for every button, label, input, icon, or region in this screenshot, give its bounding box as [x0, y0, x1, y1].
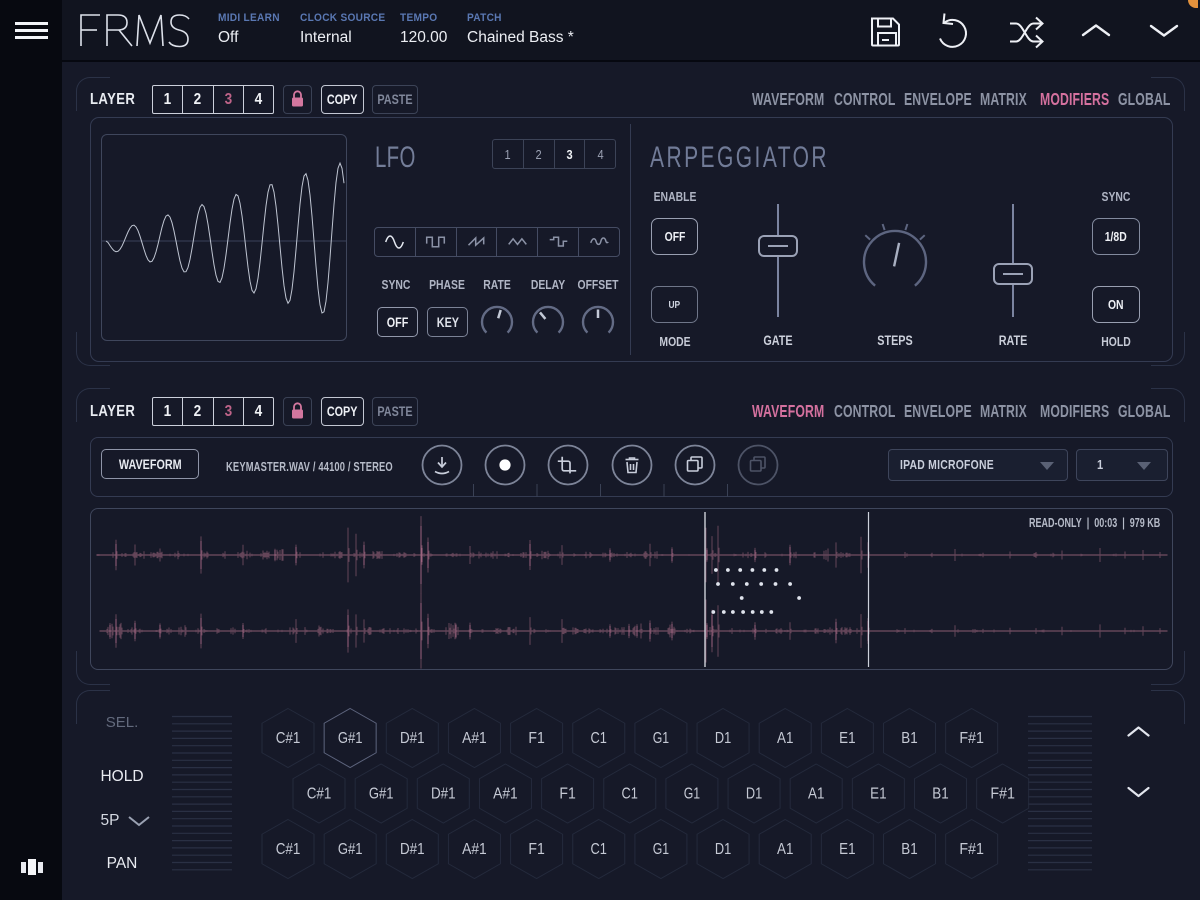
svg-text:A#1: A#1 — [462, 730, 487, 747]
svg-text:G1: G1 — [684, 786, 700, 803]
svg-text:G1: G1 — [653, 730, 669, 747]
svg-text:B1: B1 — [901, 730, 917, 747]
svg-text:A1: A1 — [777, 730, 793, 747]
svg-text:C1: C1 — [591, 730, 607, 747]
svg-text:F#1: F#1 — [959, 730, 984, 747]
svg-text:E1: E1 — [839, 730, 855, 747]
svg-text:C#1: C#1 — [307, 786, 332, 803]
svg-text:B1: B1 — [932, 786, 948, 803]
svg-text:F1: F1 — [559, 786, 575, 803]
svg-text:D1: D1 — [746, 786, 762, 803]
svg-text:A1: A1 — [808, 786, 824, 803]
svg-text:C#1: C#1 — [276, 841, 301, 858]
svg-text:D1: D1 — [715, 730, 731, 747]
svg-text:F1: F1 — [528, 730, 544, 747]
svg-text:C1: C1 — [591, 841, 607, 858]
svg-text:G#1: G#1 — [338, 841, 363, 858]
svg-text:D1: D1 — [715, 841, 731, 858]
svg-text:F#1: F#1 — [990, 786, 1015, 803]
svg-text:D#1: D#1 — [400, 730, 425, 747]
svg-text:A1: A1 — [777, 841, 793, 858]
svg-text:G#1: G#1 — [369, 786, 394, 803]
svg-text:F1: F1 — [528, 841, 544, 858]
svg-text:D#1: D#1 — [400, 841, 425, 858]
svg-text:G#1: G#1 — [338, 730, 363, 747]
svg-text:C#1: C#1 — [276, 730, 301, 747]
svg-text:A#1: A#1 — [493, 786, 518, 803]
svg-text:E1: E1 — [839, 841, 855, 858]
svg-text:E1: E1 — [870, 786, 886, 803]
svg-text:B1: B1 — [901, 841, 917, 858]
svg-text:F#1: F#1 — [959, 841, 984, 858]
svg-text:G1: G1 — [653, 841, 669, 858]
svg-text:A#1: A#1 — [462, 841, 487, 858]
svg-text:C1: C1 — [622, 786, 638, 803]
svg-text:D#1: D#1 — [431, 786, 456, 803]
